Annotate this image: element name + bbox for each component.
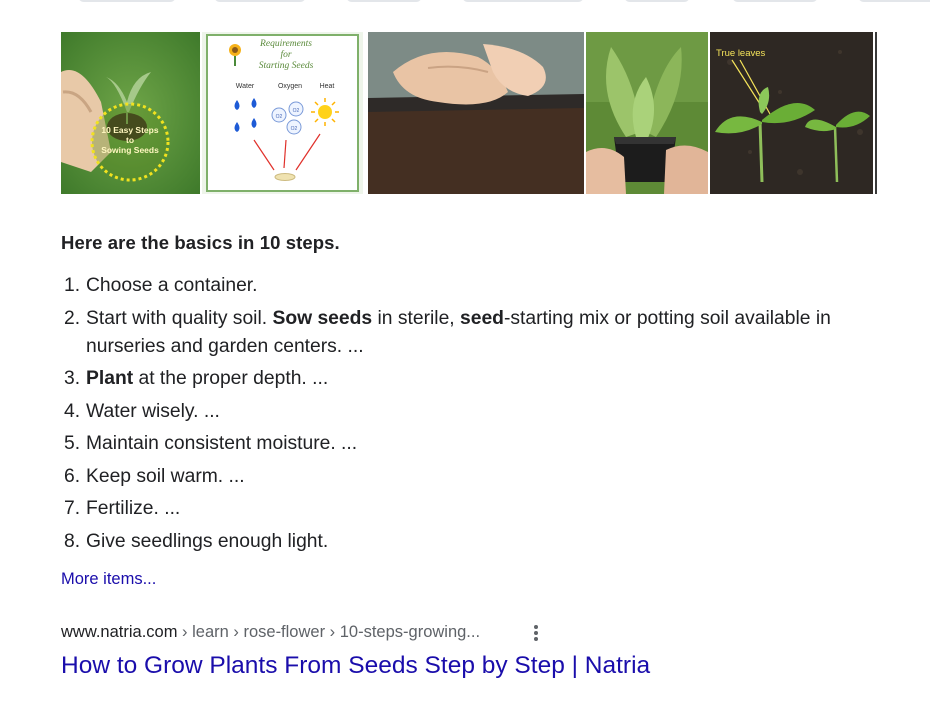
list-item-text: Water wisely. ... (86, 400, 220, 422)
top-chip[interactable] (462, 0, 584, 2)
list-item: 7. Fertilize. ... (61, 495, 851, 523)
overlay-text: Sowing Seeds (101, 145, 159, 155)
list-item-number: 6. (64, 465, 81, 487)
list-item-number: 4. (64, 400, 81, 422)
o2-bubble: O2 (293, 108, 300, 114)
top-chip[interactable] (858, 0, 930, 2)
image-thumbnail[interactable]: Requirements for Starting Seeds Water Ox… (202, 32, 363, 194)
list-item: 4. Water wisely. ... (61, 398, 851, 426)
list-item-text: Start with quality soil. (86, 307, 273, 329)
image-thumbnail[interactable]: 10 Easy Steps to Sowing Seeds (61, 32, 200, 194)
list-item-text: Choose a container. (86, 275, 258, 296)
top-chip[interactable] (346, 0, 422, 2)
list-item-text: Give seedlings enough light. (86, 530, 329, 552)
image-label: Heat (320, 83, 335, 90)
result-url[interactable]: www.natria.com › learn › rose-flower › 1… (61, 623, 480, 642)
highlighted-term: Sow seeds (272, 307, 373, 329)
steps-list: 1. Choose a container. 2. Start with qualit… (61, 272, 851, 560)
list-item-number: 2. (64, 307, 81, 329)
list-item: 1. Choose a container. (61, 272, 851, 300)
image-carousel: 10 Easy Steps to Sowing Seeds Requiremen… (61, 32, 930, 194)
list-item-text: at the proper depth. ... (133, 368, 329, 389)
list-item-text: Maintain consistent moisture. ... (86, 433, 358, 454)
top-chip[interactable] (732, 0, 818, 2)
image-thumbnail[interactable] (368, 32, 584, 194)
top-chip[interactable] (624, 0, 690, 2)
more-items-link[interactable]: More items... (61, 570, 156, 589)
top-chip[interactable] (214, 0, 306, 2)
overlay-text: to (126, 135, 134, 145)
o2-bubble: O2 (276, 114, 283, 120)
image-title: Starting Seeds (259, 61, 314, 71)
list-item-text: Keep soil warm. ... (86, 465, 245, 487)
top-chip[interactable] (78, 0, 176, 2)
o2-bubble: O2 (291, 126, 298, 132)
list-item: 3. Plant at the proper depth. ... (61, 365, 851, 393)
list-item-number: 3. (64, 368, 81, 389)
list-item: 6. Keep soil warm. ... (61, 463, 851, 491)
image-thumbnail[interactable]: True leaves (710, 32, 873, 194)
result-path: › learn › rose-flower › 10-steps-growing… (177, 623, 481, 641)
overlay-text: 10 Easy Steps (101, 125, 158, 135)
list-item-number: 1. (64, 275, 81, 296)
image-title: Requirements (259, 39, 312, 49)
more-options-icon[interactable] (530, 624, 542, 644)
image-title: for (280, 49, 291, 60)
list-item-number: 7. (64, 498, 81, 519)
list-item-text: Fertilize. ... (86, 498, 181, 519)
image-label: Water (236, 83, 255, 90)
list-item: 2. Start with quality soil. Sow seeds in … (61, 305, 851, 361)
list-item: 5. Maintain consistent moisture. ... (61, 430, 851, 458)
result-domain: www.natria.com (61, 623, 178, 641)
image-thumbnail[interactable] (875, 32, 930, 194)
highlighted-term: Plant (86, 368, 134, 389)
image-label: Oxygen (278, 83, 302, 90)
list-item-text: in sterile, (372, 307, 461, 329)
result-title-link[interactable]: How to Grow Plants From Seeds Step by St… (61, 652, 650, 680)
highlighted-term: seed (460, 307, 504, 329)
list-item: 8. Give seedlings enough light. (61, 528, 851, 556)
image-thumbnail[interactable] (586, 32, 708, 194)
image-caption: True leaves (716, 48, 766, 59)
list-item-number: 8. (64, 530, 81, 552)
search-result-page: 10 Easy Steps to Sowing Seeds Requiremen… (0, 0, 930, 702)
featured-snippet-heading: Here are the basics in 10 steps. (61, 232, 340, 253)
list-item-number: 5. (64, 433, 81, 454)
